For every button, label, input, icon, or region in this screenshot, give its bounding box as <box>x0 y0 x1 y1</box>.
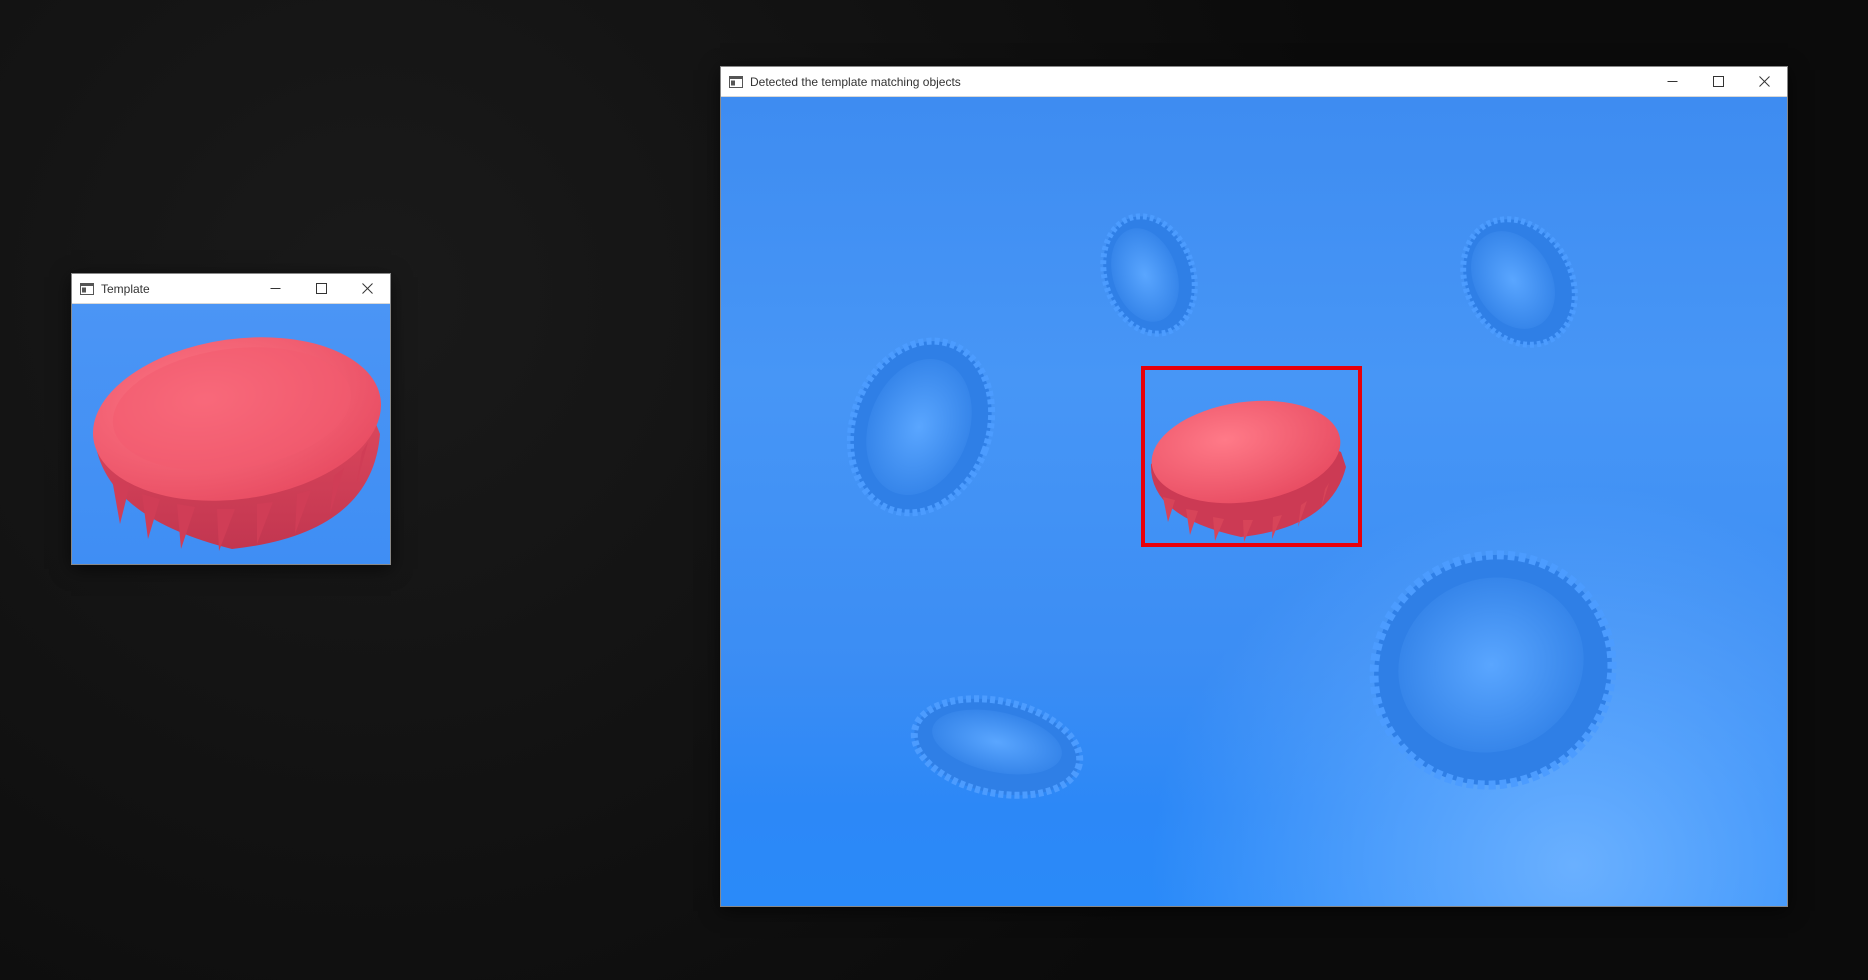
blue-cap-3 <box>846 337 996 517</box>
template-window-title: Template <box>101 281 150 296</box>
window-app-icon <box>80 282 94 295</box>
blue-cap-4 <box>910 695 1084 799</box>
detected-titlebar[interactable]: Detected the template matching objects <box>721 67 1787 97</box>
close-button[interactable] <box>344 274 390 303</box>
template-window[interactable]: Template <box>71 273 391 565</box>
maximize-button[interactable] <box>1695 67 1741 96</box>
maximize-button[interactable] <box>298 274 344 303</box>
detected-image <box>721 97 1787 906</box>
red-target-cap <box>1150 400 1346 542</box>
minimize-icon <box>1667 76 1678 87</box>
blue-cap-5 <box>1369 550 1617 790</box>
blue-cap-1 <box>1100 213 1198 337</box>
window-app-icon <box>729 75 743 88</box>
close-icon <box>1758 76 1770 87</box>
red-bottle-cap-template <box>92 337 382 551</box>
minimize-button[interactable] <box>252 274 298 303</box>
maximize-icon <box>315 283 327 294</box>
minimize-button[interactable] <box>1649 67 1695 96</box>
detected-window[interactable]: Detected the template matching objects <box>720 66 1788 907</box>
template-image <box>72 304 390 564</box>
minimize-icon <box>270 283 281 294</box>
blue-cap-2 <box>1460 216 1578 348</box>
maximize-icon <box>1712 76 1724 87</box>
close-button[interactable] <box>1741 67 1787 96</box>
detected-window-title: Detected the template matching objects <box>750 74 961 89</box>
template-titlebar[interactable]: Template <box>72 274 390 304</box>
close-icon <box>361 283 373 294</box>
scene-bottle-caps <box>846 213 1617 799</box>
